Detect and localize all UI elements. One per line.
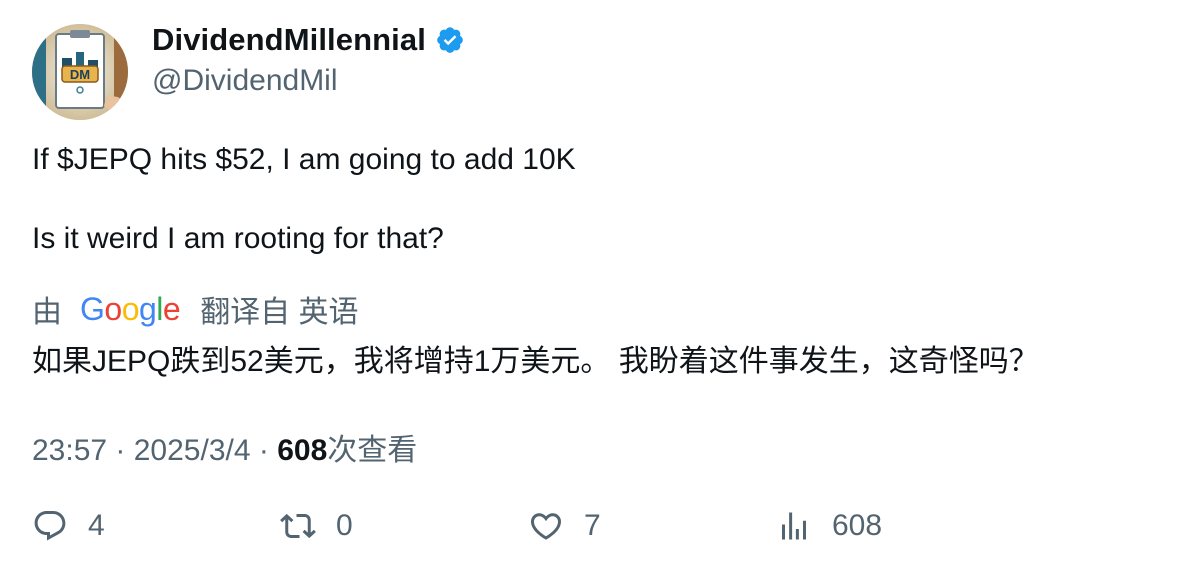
avatar-image: DM bbox=[32, 24, 128, 120]
translation-by-label: 由 bbox=[32, 296, 62, 329]
reply-icon bbox=[34, 511, 66, 541]
views-button[interactable]: 608 bbox=[776, 508, 882, 544]
retweet-button[interactable]: 0 bbox=[280, 508, 353, 544]
tweet-card: DM DividendMillennial @DividendMil If $J… bbox=[0, 0, 1196, 578]
translated-from-label: 翻译自 英语 bbox=[200, 296, 359, 329]
meta-separator: · bbox=[258, 434, 278, 467]
author-handle[interactable]: @DividendMil bbox=[152, 64, 338, 98]
views-label: 次查看 bbox=[327, 434, 418, 467]
author-display-name[interactable]: DividendMillennial bbox=[152, 22, 426, 58]
like-count: 7 bbox=[584, 509, 601, 542]
google-logo: Google bbox=[80, 290, 181, 327]
action-bar: 4 0 7 608 bbox=[0, 508, 1196, 558]
tweet-text-line-2: Is it weird I am rooting for that? bbox=[32, 222, 444, 255]
tweet-text-line-1: If $JEPQ hits $52, I am going to add 10K bbox=[32, 143, 576, 176]
tweet-time[interactable]: 23:57 bbox=[32, 434, 107, 467]
verified-badge-icon[interactable] bbox=[435, 25, 465, 55]
svg-text:DM: DM bbox=[70, 67, 90, 82]
views-count: 608 bbox=[277, 434, 328, 467]
translation-attribution: 由 Google 翻译自 英语 bbox=[32, 287, 359, 331]
author-name-row: DividendMillennial bbox=[152, 22, 465, 58]
translated-text: 如果JEPQ跌到52美元，我将增持1万美元。 我盼着这件事发生，这奇怪吗？ bbox=[32, 345, 1039, 378]
reply-button[interactable]: 4 bbox=[32, 508, 105, 544]
tweet-date[interactable]: 2025/3/4 bbox=[134, 434, 251, 467]
retweet-icon bbox=[280, 513, 316, 539]
avatar[interactable]: DM bbox=[32, 24, 128, 120]
analytics-icon bbox=[782, 512, 806, 540]
tweet-meta: 23:57 · 2025/3/4 · 608次查看 bbox=[32, 425, 417, 469]
like-button[interactable]: 7 bbox=[528, 508, 601, 544]
heart-icon bbox=[530, 513, 562, 540]
views-action-count: 608 bbox=[832, 509, 883, 542]
meta-separator: · bbox=[115, 434, 134, 467]
retweet-count: 0 bbox=[336, 509, 353, 542]
reply-count: 4 bbox=[88, 509, 105, 542]
